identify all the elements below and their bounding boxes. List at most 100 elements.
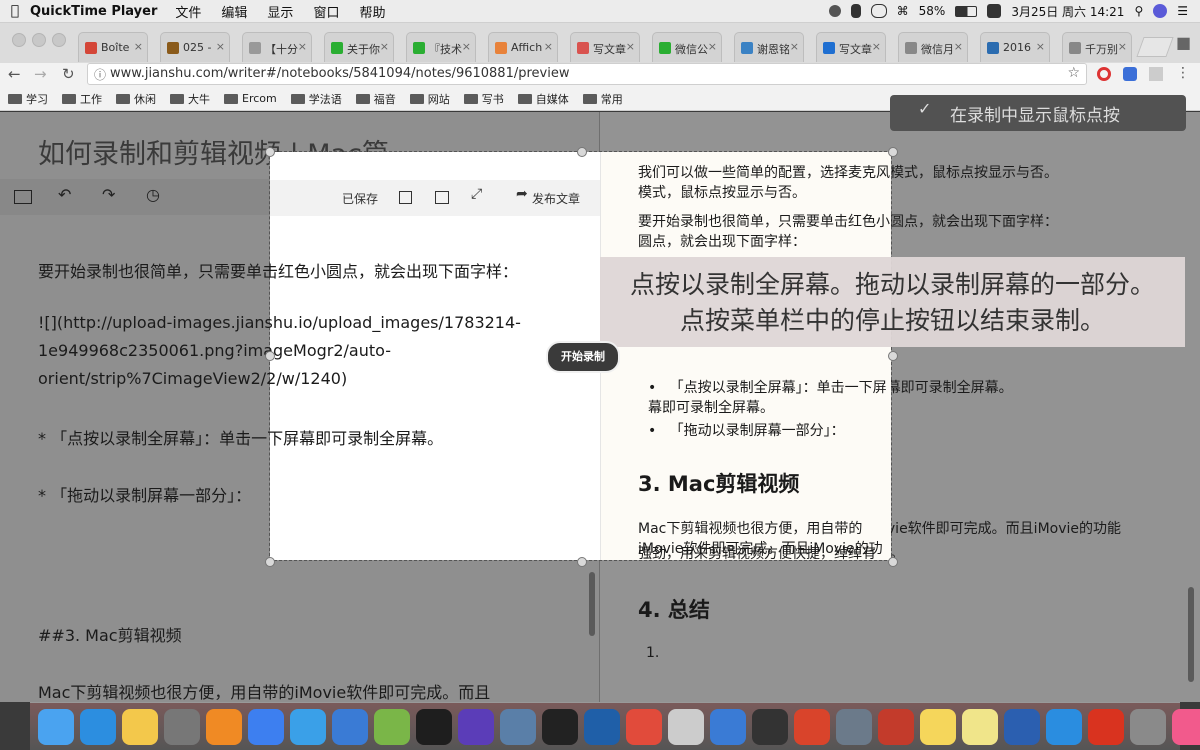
split-view-icon[interactable] <box>435 191 449 204</box>
bookmark-folder[interactable]: 大牛 <box>170 91 210 107</box>
close-tab-icon[interactable]: × <box>298 40 307 53</box>
settings-icon[interactable] <box>1130 708 1166 745</box>
spotlight-icon[interactable]: ⚲ <box>1134 4 1143 18</box>
opera-extension-icon[interactable] <box>1097 67 1111 81</box>
selection-handle-right[interactable] <box>888 351 898 361</box>
extension-icon[interactable] <box>1149 67 1163 81</box>
editor-scrollbar[interactable] <box>589 572 595 636</box>
wps-p-icon[interactable] <box>794 708 830 745</box>
browser-tab[interactable]: 025 - × <box>160 32 230 62</box>
mind-icon[interactable] <box>668 708 704 745</box>
image-icon[interactable] <box>14 190 32 204</box>
bookmark-folder[interactable]: Ercom <box>224 92 277 105</box>
bookmark-folder[interactable]: 福音 <box>355 91 396 107</box>
fullscreen-icon[interactable]: ⤢ <box>471 186 482 202</box>
close-tab-icon[interactable]: × <box>544 40 553 53</box>
record-status-icon[interactable] <box>828 5 841 17</box>
paw-extension-icon[interactable] <box>1123 67 1137 81</box>
browser-tab[interactable]: 【十分 × <box>242 32 312 62</box>
music-icon[interactable] <box>1172 708 1200 745</box>
browser-tab[interactable]: 谢恩铭 × <box>734 32 804 62</box>
ibooks-icon[interactable] <box>206 708 242 745</box>
close-tab-icon[interactable]: × <box>462 40 471 53</box>
close-tab-icon[interactable]: × <box>134 40 143 53</box>
safari-icon[interactable] <box>80 708 116 745</box>
chrome-menu-icon[interactable]: ⋮ <box>1176 65 1190 81</box>
notification-center-icon[interactable]: ☰ <box>1177 4 1188 18</box>
bookmark-folder[interactable]: 常用 <box>582 91 623 107</box>
minimize-window-button[interactable] <box>32 33 46 47</box>
android-studio-icon[interactable] <box>374 708 410 745</box>
close-tab-icon[interactable]: × <box>954 40 963 53</box>
notes-icon[interactable] <box>920 708 956 745</box>
reload-icon[interactable]: ↻ <box>62 65 75 83</box>
publish-icon[interactable]: ➦ <box>516 186 528 202</box>
siri-icon[interactable] <box>1153 4 1168 18</box>
zoom-window-button[interactable] <box>52 33 66 47</box>
redo-icon[interactable]: ↷ <box>102 185 115 204</box>
back-icon[interactable]: ← <box>8 65 21 83</box>
selection-handle-bottom-right[interactable] <box>888 557 898 567</box>
atom-icon[interactable] <box>836 708 872 745</box>
undo-icon[interactable]: ↶ <box>58 185 71 204</box>
stickies-icon[interactable] <box>962 708 998 745</box>
word-icon[interactable] <box>1004 708 1040 745</box>
close-tab-icon[interactable]: × <box>626 40 635 53</box>
start-recording-button[interactable]: 开始录制 <box>546 341 620 373</box>
browser-tab[interactable]: Boîte × <box>78 32 148 62</box>
wifi-icon[interactable]: ⌘ <box>897 4 909 18</box>
battery-icon[interactable] <box>955 5 978 17</box>
selection-handle-top[interactable] <box>577 147 587 157</box>
browser-tab[interactable]: 微信公 × <box>652 32 722 62</box>
clock[interactable]: 3月25日 周六 14:21 <box>1011 3 1124 20</box>
bookmark-folder[interactable]: 自媒体 <box>517 91 569 107</box>
browser-tab[interactable]: 写文章 × <box>816 32 886 62</box>
appstore-icon[interactable] <box>1046 708 1082 745</box>
app-menu[interactable]: QuickTime Player <box>30 4 157 19</box>
mic-icon[interactable] <box>850 4 861 18</box>
terminal-icon[interactable] <box>416 708 452 745</box>
bookmark-folder[interactable]: 网站 <box>409 91 450 107</box>
selection-handle-bottom[interactable] <box>577 557 587 567</box>
close-tab-icon[interactable]: × <box>790 40 799 53</box>
bookmark-folder[interactable]: 工作 <box>62 91 102 107</box>
history-icon[interactable]: ◷ <box>146 185 160 204</box>
menu-file[interactable]: 文件 <box>175 2 201 21</box>
bookmark-folder[interactable]: 写书 <box>463 91 504 107</box>
close-tab-icon[interactable]: × <box>872 40 881 53</box>
browser-tab[interactable]: 微信月 × <box>898 32 968 62</box>
close-tab-icon[interactable]: × <box>380 40 389 53</box>
files-icon[interactable] <box>710 708 746 745</box>
address-input[interactable]: ⓘ www.jianshu.com/writer#/notebooks/5841… <box>87 63 1087 85</box>
menu-window[interactable]: 窗口 <box>313 2 339 21</box>
selection-handle-bottom-left[interactable] <box>265 557 275 567</box>
menu-edit[interactable]: 编辑 <box>221 2 247 21</box>
virtualbox-icon[interactable] <box>584 708 620 745</box>
selection-handle-top-left[interactable] <box>265 147 275 157</box>
wechat-status-icon[interactable] <box>870 4 887 18</box>
close-tab-icon[interactable]: × <box>1036 40 1045 53</box>
quicktime2-icon[interactable] <box>752 708 788 745</box>
migration-icon[interactable] <box>500 708 536 745</box>
menu-view[interactable]: 显示 <box>267 2 293 21</box>
save-icon[interactable] <box>399 191 412 204</box>
bookmark-folder[interactable]: 休闲 <box>116 91 156 107</box>
launchpad-icon[interactable] <box>164 708 200 745</box>
xmind-icon[interactable] <box>1088 708 1124 745</box>
xcode-bird-icon[interactable] <box>290 708 326 745</box>
close-window-button[interactable] <box>12 33 26 47</box>
browser-tab[interactable]: 关于你 × <box>324 32 394 62</box>
bookmark-star-icon[interactable]: ☆ <box>1067 65 1080 81</box>
preview-scrollbar[interactable] <box>1188 587 1194 682</box>
close-tab-icon[interactable]: × <box>1118 40 1127 53</box>
finder-icon[interactable] <box>38 708 74 745</box>
photos-icon[interactable] <box>122 708 158 745</box>
quicktime-icon[interactable] <box>332 708 368 745</box>
browser-tab[interactable]: 『技术 × <box>406 32 476 62</box>
selection-handle-top-right[interactable] <box>888 147 898 157</box>
bookmark-folder[interactable]: 学习 <box>8 91 48 107</box>
close-tab-icon[interactable]: × <box>708 40 717 53</box>
selection-handle-left[interactable] <box>265 351 275 361</box>
menu-help[interactable]: 帮助 <box>359 2 385 21</box>
unity-icon[interactable] <box>542 708 578 745</box>
